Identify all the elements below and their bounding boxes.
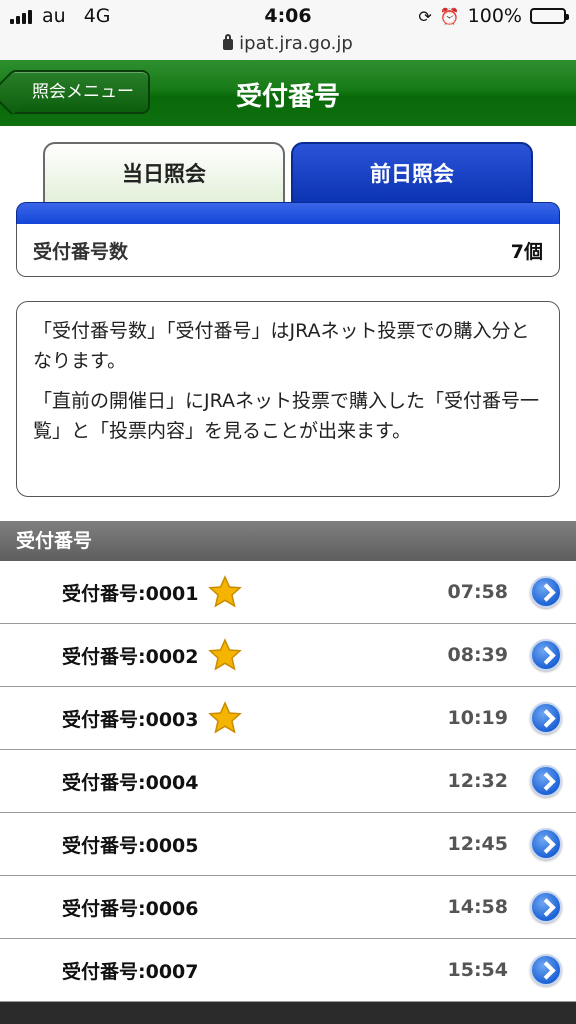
chevron-right-icon[interactable] — [530, 954, 562, 986]
receipt-time: 15:54 — [447, 959, 508, 981]
receipt-time: 12:45 — [447, 833, 508, 855]
receipt-label: 受付番号:0006 — [62, 897, 199, 920]
status-right: ⟳ ⏰ 100% — [418, 5, 569, 27]
receipt-row-0006[interactable]: 受付番号:0006 14:58 — [0, 876, 576, 939]
info-paragraph-1: 「受付番号数」「受付番号」はJRAネット投票での購入分となります。 — [33, 320, 530, 372]
receipt-row-0001[interactable]: 受付番号:0001 07:58 — [0, 561, 576, 624]
receipt-label: 受付番号:0001 — [62, 582, 199, 605]
receipt-row-0002[interactable]: 受付番号:0002 08:39 — [0, 624, 576, 687]
chevron-right-icon[interactable] — [530, 639, 562, 671]
receipt-label: 受付番号:0003 — [62, 708, 199, 731]
star-icon — [208, 638, 242, 671]
receipt-time: 14:58 — [447, 896, 508, 918]
tab-previous-day[interactable]: 前日照会 — [291, 142, 533, 202]
lock-icon — [223, 34, 234, 50]
receipt-time: 12:32 — [447, 770, 508, 792]
receipt-label: 受付番号:0007 — [62, 960, 199, 983]
receipt-row-0005[interactable]: 受付番号:0005 12:45 — [0, 813, 576, 876]
receipt-label: 受付番号:0002 — [62, 645, 199, 668]
receipt-row-0007[interactable]: 受付番号:0007 15:54 — [0, 939, 576, 1002]
tab-underline — [16, 202, 560, 224]
star-icon — [208, 575, 242, 608]
page-title: 受付番号 — [235, 82, 340, 112]
receipt-label: 受付番号:0005 — [62, 834, 199, 857]
chevron-right-icon[interactable] — [530, 765, 562, 797]
receipt-time: 07:58 — [447, 581, 508, 603]
count-box: 受付番号数 7個 — [16, 224, 560, 277]
url-bar[interactable]: ipat.jra.go.jp — [0, 32, 576, 60]
footer-strip — [0, 1002, 576, 1024]
chevron-right-icon[interactable] — [530, 891, 562, 923]
rotation-lock-icon: ⟳ — [418, 6, 432, 26]
tabs-container: 当日照会 前日照会 受付番号数 7個 — [16, 142, 560, 277]
section-header: 受付番号 — [0, 521, 576, 561]
status-bar: au 4G 4:06 ⟳ ⏰ 100% — [0, 0, 576, 32]
count-value: 7個 — [510, 240, 543, 263]
receipt-label: 受付番号:0004 — [62, 771, 199, 794]
battery-percent: 100% — [467, 5, 522, 27]
info-paragraph-2: 「直前の開催日」にJRAネット投票で購入した「受付番号一覧」と「投票内容」を見る… — [33, 390, 540, 442]
battery-icon — [530, 8, 569, 24]
star-icon — [208, 701, 242, 734]
alarm-icon: ⏰ — [439, 6, 460, 26]
tab-bar: 当日照会 前日照会 — [16, 142, 560, 202]
count-label: 受付番号数 — [33, 240, 129, 263]
chevron-right-icon[interactable] — [530, 576, 562, 608]
app-header: 照会メニュー 受付番号 — [0, 60, 576, 126]
receipt-row-0003[interactable]: 受付番号:0003 10:19 — [0, 687, 576, 750]
chevron-right-icon[interactable] — [530, 702, 562, 734]
receipt-list: 受付番号:0001 07:58 受付番号:0002 08:39 受付番号:000… — [0, 561, 576, 1002]
url-text: ipat.jra.go.jp — [239, 33, 353, 54]
tab-today[interactable]: 当日照会 — [43, 142, 285, 202]
info-box: 「受付番号数」「受付番号」はJRAネット投票での購入分となります。 「直前の開催… — [16, 301, 560, 497]
chevron-right-icon[interactable] — [530, 828, 562, 860]
receipt-row-0004[interactable]: 受付番号:0004 12:32 — [0, 750, 576, 813]
receipt-time: 08:39 — [447, 644, 508, 666]
receipt-time: 10:19 — [447, 707, 508, 729]
